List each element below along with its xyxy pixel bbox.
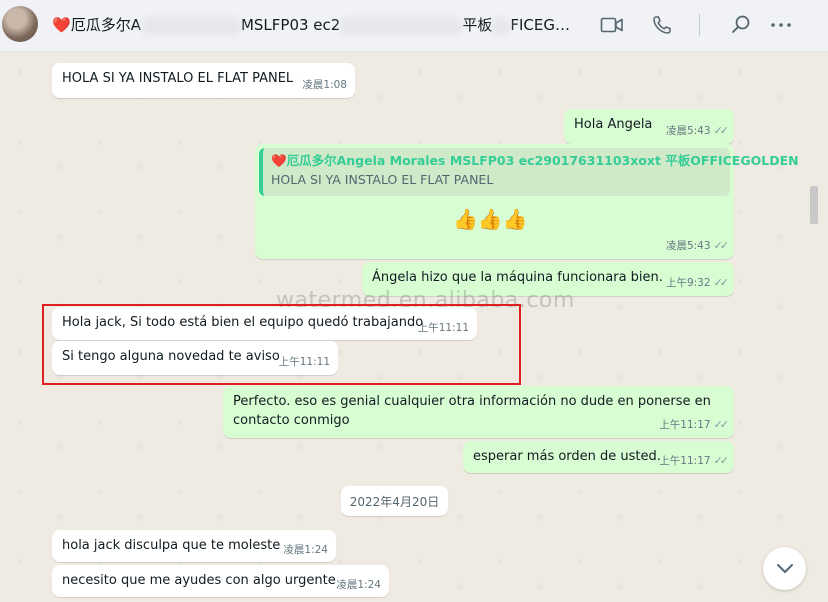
redacted-blur [492,16,511,35]
contact-name-part1: 厄瓜多尔A [70,16,141,34]
read-ticks-icon: ✓✓ [713,239,730,252]
message-time: 上午11:17 [659,455,711,467]
message-outgoing-reply[interactable]: ❤️厄瓜多尔Angela Morales MSLFP03 ec290176311… [255,144,799,259]
message-meta: 凌晨5:43 ✓✓ [665,236,730,256]
quoted-text: HOLA SI YA INSTALO EL FLAT PANEL [271,172,494,187]
message-incoming[interactable]: HOLA SI YA INSTALO EL FLAT PANEL 凌晨1:08 [52,63,355,98]
contact-name-part4: FICEG… [510,16,570,34]
message-incoming[interactable]: hola jack disculpa que te moleste 凌晨1:24 [52,530,336,562]
contact-name-part3: 平板 [462,16,493,34]
message-time: 上午11:17 [659,419,711,431]
message-text: esperar más orden de usted. [473,449,661,464]
message-text: necesito que me ayudes con algo urgente [62,573,336,588]
heart-emoji: ❤️ [271,153,287,168]
message-outgoing[interactable]: esperar más orden de usted. 上午11:17 ✓✓ [463,441,734,473]
message-time: 凌晨5:43 [665,125,711,137]
message-meta: 上午11:17 ✓✓ [659,451,730,471]
heart-emoji: ❤️ [52,16,71,34]
more-options-icon[interactable] [768,12,794,38]
header-divider [699,14,700,36]
chat-header: ❤️厄瓜多尔A MSLFP03 ec2 平板 FICEG… [0,0,828,52]
read-ticks-icon: ✓✓ [713,124,730,137]
read-ticks-icon: ✓✓ [713,418,730,431]
contact-name[interactable]: ❤️厄瓜多尔A MSLFP03 ec2 平板 FICEG… [52,14,570,35]
read-ticks-icon: ✓✓ [713,276,730,289]
quoted-author: ❤️厄瓜多尔Angela Morales MSLFP03 ec290176311… [271,152,799,170]
message-meta: 上午9:32 ✓✓ [665,273,730,293]
message-text: hola jack disculpa que te moleste [62,538,281,553]
message-text: Ángela hizo que la máquina funcionara bi… [372,270,663,285]
read-ticks-icon: ✓✓ [713,454,730,467]
date-separator: 2022年4月20日 [341,486,448,516]
quoted-author-name: 厄瓜多尔Angela Morales MSLFP03 ec29017631103… [286,153,799,168]
contact-avatar[interactable] [2,6,38,42]
scroll-to-bottom-button[interactable] [763,547,806,590]
chevron-down-icon [776,563,793,573]
scrollbar-thumb[interactable] [810,186,818,224]
message-time: 凌晨1:08 [302,79,347,91]
message-incoming[interactable]: necesito que me ayudes con algo urgente … [52,565,389,597]
contact-name-part2: MSLFP03 ec2 [240,16,341,34]
message-time: 凌晨5:43 [665,240,711,252]
quoted-message[interactable]: ❤️厄瓜多尔Angela Morales MSLFP03 ec290176311… [259,148,799,196]
message-time: 上午9:32 [665,277,711,289]
video-call-icon[interactable] [599,12,625,38]
thumbs-up-emojis: 👍👍👍 [453,207,528,231]
message-text: HOLA SI YA INSTALO EL FLAT PANEL [62,71,294,86]
message-meta: 凌晨5:43 ✓✓ [665,121,730,141]
message-text: Perfecto. eso es genial cualquier otra i… [233,394,711,428]
message-text: Hola Angela [574,117,653,132]
message-outgoing[interactable]: Perfecto. eso es genial cualquier otra i… [223,386,734,438]
redacted-blur [140,16,241,35]
scrollbar-track[interactable] [808,52,828,602]
highlight-box [42,304,521,385]
redacted-blur [340,16,463,35]
message-meta: 上午11:17 ✓✓ [659,415,730,435]
message-outgoing[interactable]: Hola Angela 凌晨5:43 ✓✓ [564,109,734,144]
message-time: 凌晨1:24 [336,579,381,591]
search-icon[interactable] [728,12,754,38]
message-time: 凌晨1:24 [283,544,328,556]
phone-call-icon[interactable] [649,12,675,38]
